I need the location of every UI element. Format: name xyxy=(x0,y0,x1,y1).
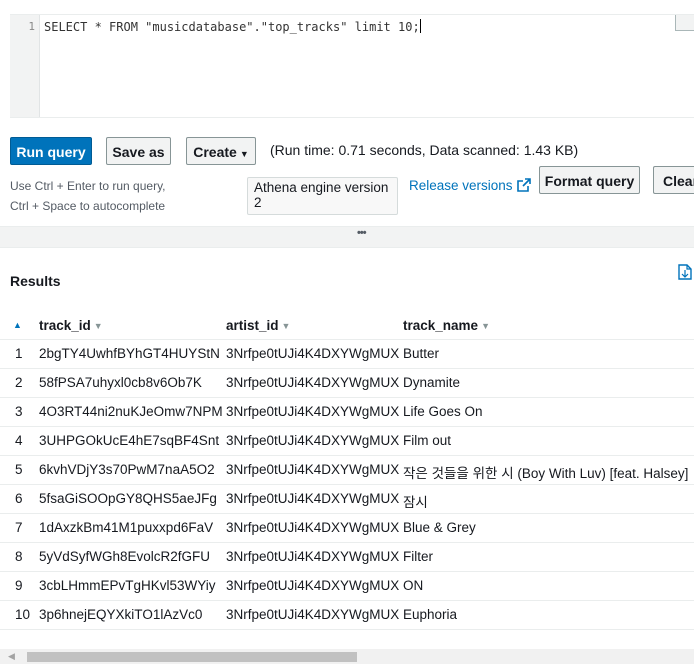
table-row[interactable]: 3 4O3RT44ni2nuKJeOmw7NPM 3Nrfpe0tUJi4K4DXY… xyxy=(0,398,694,427)
horizontal-scrollbar[interactable]: ◀ xyxy=(0,649,694,664)
row-number: 5 xyxy=(15,462,23,477)
cell-artist-id: 3Nrfpe0tUJi4K4DXYWgMUX xyxy=(226,462,400,477)
cell-track-id: 5fsaGiSOOpGY8QHS5aeJFg xyxy=(39,491,217,506)
cell-track-name: Butter xyxy=(403,346,440,361)
cell-track-name: 작은 것들을 위한 시 (Boy With Luv) [feat. Halsey… xyxy=(403,466,689,481)
cell-track-id: 5yVdSyfWGh8EvolcR2fGFU xyxy=(39,549,211,564)
run-query-button[interactable]: Run query xyxy=(10,137,92,165)
resize-divider[interactable]: ••• xyxy=(0,226,694,248)
row-number: 3 xyxy=(15,404,23,419)
cell-artist-id: 3Nrfpe0tUJi4K4DXYWgMUX xyxy=(226,549,400,564)
run-info: (Run time: 0.71 seconds, Data scanned: 1… xyxy=(270,142,579,158)
engine-version: Athena engine version 2 xyxy=(247,177,398,215)
column-label: track_id xyxy=(39,318,91,333)
cell-track-name: Blue & Grey xyxy=(403,520,476,535)
row-number: 4 xyxy=(15,433,23,448)
sort-caret-icon: ▼ xyxy=(93,321,103,331)
row-number: 8 xyxy=(15,549,23,564)
line-number: 1 xyxy=(28,20,35,33)
cell-track-id: 4O3RT44ni2nuKJeOmw7NPM xyxy=(39,404,223,419)
table-row[interactable]: 5 6kvhVDjY3s70PwM7naA5O2 3Nrfpe0tUJi4K4DXY… xyxy=(0,456,694,485)
cell-track-id: 3p6hnejEQYXkiTO1lAzVc0 xyxy=(39,607,203,622)
cell-track-id: 3cbLHmmEPvTgHKvl53WYiy xyxy=(39,578,216,593)
resize-handle-icon[interactable]: ••• xyxy=(357,227,367,239)
cell-artist-id: 3Nrfpe0tUJi4K4DXYWgMUX xyxy=(226,578,400,593)
save-as-button[interactable]: Save as xyxy=(106,137,171,165)
cell-track-name: Life Goes On xyxy=(403,404,483,419)
results-title: Results xyxy=(10,273,61,289)
table-row[interactable]: 10 3p6hnejEQYXkiTO1lAzVc0 3Nrfpe0tUJi4K4DX… xyxy=(0,601,694,630)
sql-text[interactable]: SELECT * FROM "musicdatabase"."top_track… xyxy=(44,20,420,34)
cell-track-name: Filter xyxy=(403,549,433,564)
clear-button[interactable]: Clear xyxy=(653,166,694,194)
hint-run: Use Ctrl + Enter to run query, xyxy=(10,179,166,193)
table-row[interactable]: 2 58fPSA7uhyxl0cb8v6Ob7K 3Nrfpe0tUJi4K4DXY… xyxy=(0,369,694,398)
external-link-icon xyxy=(516,178,531,195)
cell-artist-id: 3Nrfpe0tUJi4K4DXYWgMUX xyxy=(226,433,400,448)
cell-track-id: 1dAxzkBm41M1puxxpd6FaV xyxy=(39,520,214,535)
cell-artist-id: 3Nrfpe0tUJi4K4DXYWgMUX xyxy=(226,520,400,535)
cell-artist-id: 3Nrfpe0tUJi4K4DXYWgMUX xyxy=(226,404,400,419)
chevron-down-icon: ▼ xyxy=(239,149,249,159)
query-editor[interactable]: 1 SELECT * FROM "musicdatabase"."top_tra… xyxy=(10,14,694,118)
cell-track-id: 2bgTY4UwhfBYhGT4HUYStN xyxy=(39,346,220,361)
document-download-icon[interactable] xyxy=(678,264,692,285)
row-number: 6 xyxy=(15,491,23,506)
create-button[interactable]: Create ▼ xyxy=(186,137,256,165)
hint-autocomplete: Ctrl + Space to autocomplete xyxy=(10,199,166,213)
cell-artist-id: 3Nrfpe0tUJi4K4DXYWgMUX xyxy=(226,607,400,622)
sort-ascending-icon[interactable]: ▲ xyxy=(13,320,22,330)
table-row[interactable]: 9 3cbLHmmEPvTgHKvl53WYiy 3Nrfpe0tUJi4K4DXY… xyxy=(0,572,694,601)
cell-artist-id: 3Nrfpe0tUJi4K4DXYWgMUX xyxy=(226,346,400,361)
scrollbar-thumb[interactable] xyxy=(27,652,357,662)
cell-track-id: 58fPSA7uhyxl0cb8v6Ob7K xyxy=(39,375,202,390)
table-row[interactable]: 4 3UHPGOkUcE4hE7sqBF4Snt 3Nrfpe0tUJi4K4DXY… xyxy=(0,427,694,456)
cell-track-name: 잠시 xyxy=(403,495,428,510)
cell-track-name: Euphoria xyxy=(403,607,458,622)
column-label: artist_id xyxy=(226,318,279,333)
column-label: track_name xyxy=(403,318,479,333)
column-header-track-name[interactable]: track_name ▼ xyxy=(403,318,490,333)
table-row[interactable]: 7 1dAxzkBm41M1puxxpd6FaV 3Nrfpe0tUJi4K4DXY… xyxy=(0,514,694,543)
cell-artist-id: 3Nrfpe0tUJi4K4DXYWgMUX xyxy=(226,491,400,506)
table-row[interactable]: 8 5yVdSyfWGh8EvolcR2fGFU 3Nrfpe0tUJi4K4DXY… xyxy=(0,543,694,572)
row-number: 10 xyxy=(15,607,31,622)
scroll-left-icon[interactable]: ◀ xyxy=(8,651,15,662)
cell-track-name: Film out xyxy=(403,433,452,448)
release-versions-label: Release versions xyxy=(409,178,513,193)
create-button-label: Create xyxy=(193,144,237,160)
cell-artist-id: 3Nrfpe0tUJi4K4DXYWgMUX xyxy=(226,375,400,390)
cell-track-name: ON xyxy=(403,578,424,593)
editor-gutter: 1 xyxy=(10,15,40,117)
release-versions-link[interactable]: Release versions xyxy=(409,178,531,195)
table-row[interactable]: 1 2bgTY4UwhfBYhGT4HUYStN 3Nrfpe0tUJi4K4DXY… xyxy=(0,340,694,369)
column-header-artist-id[interactable]: artist_id ▼ xyxy=(226,318,290,333)
editor-corner xyxy=(675,15,694,31)
cell-track-id: 6kvhVDjY3s70PwM7naA5O2 xyxy=(39,462,215,477)
sort-caret-icon: ▼ xyxy=(281,321,291,331)
row-number: 1 xyxy=(15,346,23,361)
text-cursor xyxy=(419,19,421,33)
column-header-track-id[interactable]: track_id ▼ xyxy=(39,318,103,333)
sort-caret-icon: ▼ xyxy=(481,321,490,331)
table-header: ▲ track_id ▼ artist_id ▼ track_name ▼ xyxy=(0,311,694,340)
cell-track-name: Dynamite xyxy=(403,375,461,390)
format-query-button[interactable]: Format query xyxy=(539,166,640,194)
row-number: 2 xyxy=(15,375,23,390)
table-row[interactable]: 6 5fsaGiSOOpGY8QHS5aeJFg 3Nrfpe0tUJi4K4DXY… xyxy=(0,485,694,514)
row-number: 9 xyxy=(15,578,23,593)
cell-track-id: 3UHPGOkUcE4hE7sqBF4Snt xyxy=(39,433,220,448)
sql-code[interactable]: SELECT * FROM "musicdatabase"."top_track… xyxy=(44,19,421,34)
row-number: 7 xyxy=(15,520,23,535)
